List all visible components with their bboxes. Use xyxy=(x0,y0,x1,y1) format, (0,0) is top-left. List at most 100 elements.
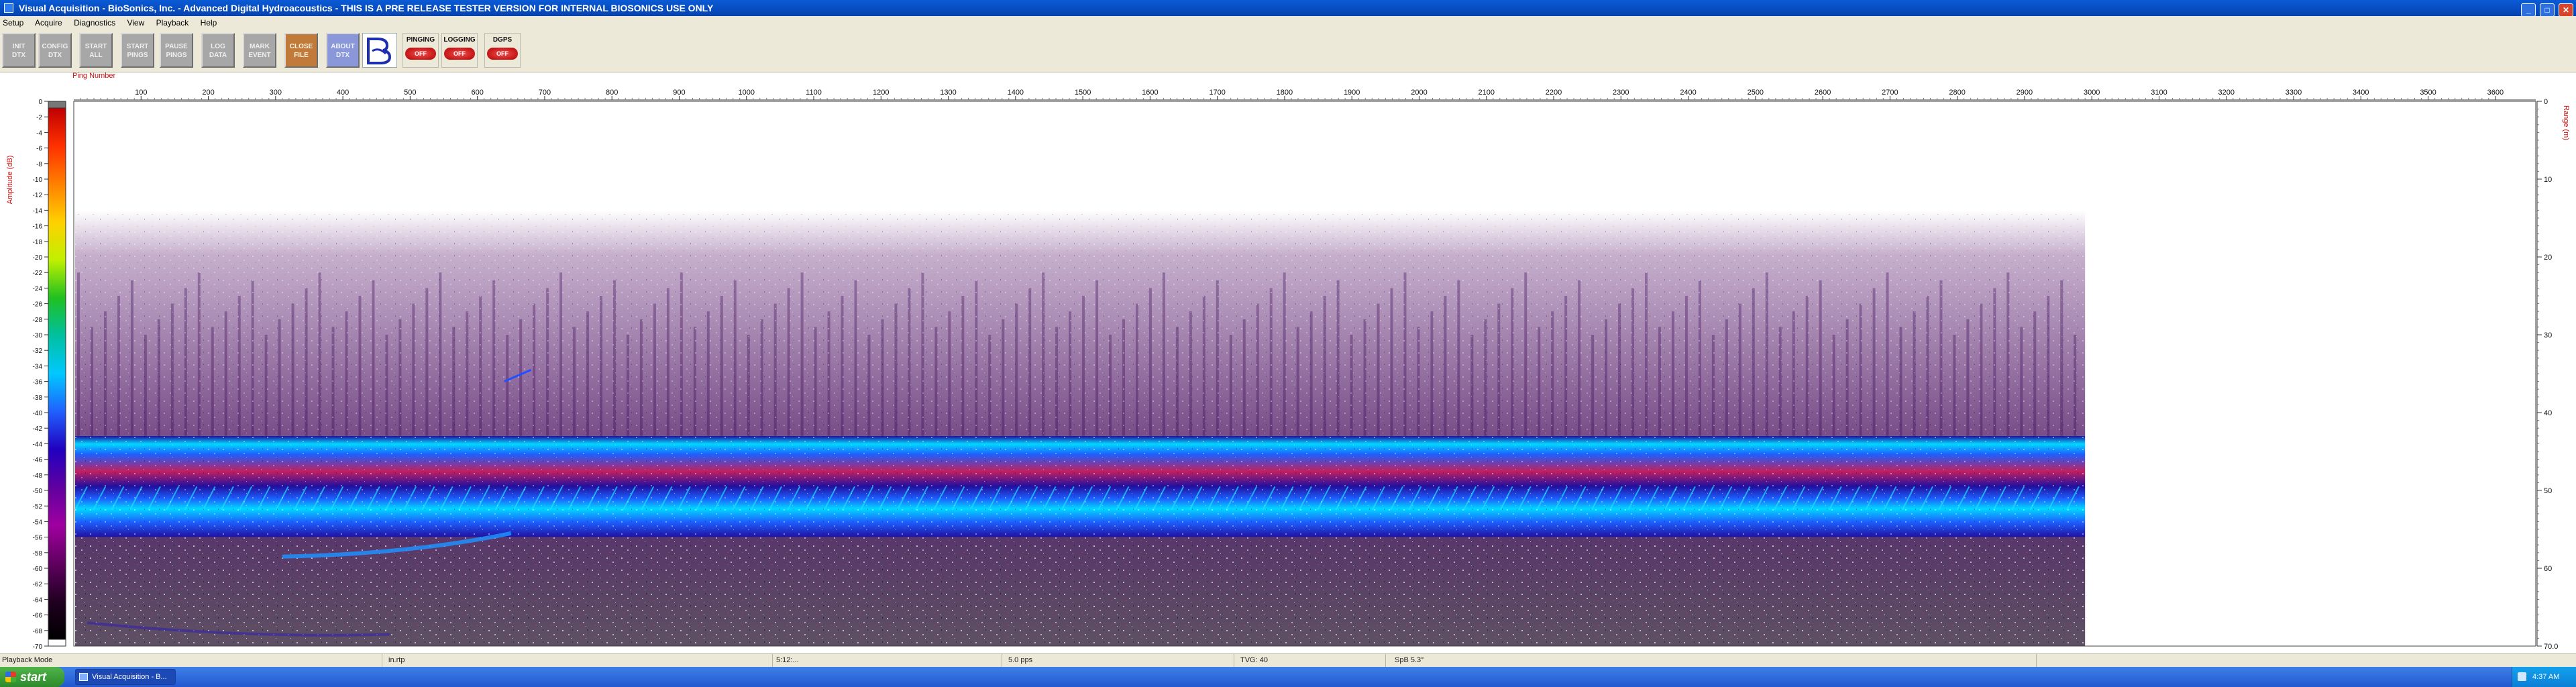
start-pings-button[interactable]: START PINGS xyxy=(121,33,154,68)
ping-tick-label: 500 xyxy=(404,89,416,97)
ping-tick-label: 3100 xyxy=(2151,89,2167,97)
amplitude-tick-label: -70 xyxy=(33,643,43,651)
menu-diagnostics[interactable]: Diagnostics xyxy=(74,18,115,28)
minimize-button[interactable]: _ xyxy=(2521,3,2536,17)
amplitude-tick-label: -8 xyxy=(36,161,42,168)
status-bar: Playback Mode in.rtp 5:12:... 5.0 pps TV… xyxy=(0,653,2576,667)
pinging-indicator: PINGING OFF xyxy=(402,33,439,68)
maximize-button[interactable]: □ xyxy=(2540,3,2555,17)
pinging-state-badge: OFF xyxy=(405,48,436,60)
ping-tick-label: 3400 xyxy=(2353,89,2369,97)
app-icon xyxy=(4,3,13,13)
amplitude-tick-label: -66 xyxy=(33,613,43,620)
amplitude-tick-label: -30 xyxy=(33,332,43,339)
amplitude-tick-label: -56 xyxy=(33,535,43,542)
status-empty xyxy=(2039,654,2576,667)
ping-tick-label: 1400 xyxy=(1008,89,1024,97)
ping-tick-label: 800 xyxy=(606,89,618,97)
amplitude-tick-label: -42 xyxy=(33,425,43,433)
amplitude-tick-label: -48 xyxy=(33,472,43,480)
window-title: Visual Acquisition - BioSonics, Inc. - A… xyxy=(18,3,714,13)
config-dtx-button[interactable]: CONFIG DTX xyxy=(38,33,72,68)
amplitude-tick-label: -24 xyxy=(33,285,43,293)
range-tick-label: 10 xyxy=(2544,176,2552,184)
menu-bar: Setup Acquire Diagnostics View Playback … xyxy=(0,16,2576,30)
title-bar[interactable]: Visual Acquisition - BioSonics, Inc. - A… xyxy=(0,0,2576,17)
ping-tick-label: 3600 xyxy=(2487,89,2504,97)
status-mode: Playback Mode xyxy=(0,654,382,667)
right-axis-title: Range (m) xyxy=(2562,105,2570,140)
ping-tick-label: 1200 xyxy=(873,89,889,97)
menu-view[interactable]: View xyxy=(127,18,144,28)
dgps-state-badge: OFF xyxy=(487,48,518,60)
ping-tick-label: 2000 xyxy=(1411,89,1427,97)
amplitude-tick-label: -50 xyxy=(33,488,43,495)
ping-axis: 100 200 300 400 500 600 700 800 900 1000 1100 1200 1… xyxy=(74,89,2536,101)
window-controls: _ □ ✕ xyxy=(2520,1,2573,17)
ping-tick-label: 300 xyxy=(270,89,282,97)
amplitude-tick-label: -64 xyxy=(33,596,43,604)
tray-network-icon[interactable] xyxy=(2518,672,2526,681)
ping-tick-label: 2100 xyxy=(1478,89,1494,97)
ping-tick-label: 400 xyxy=(337,89,349,97)
ping-tick-label: 3300 xyxy=(2286,89,2302,97)
taskbar-item-visual-acquisition[interactable]: Visual Acquisition - B... xyxy=(75,669,176,685)
clock: 4:37 AM xyxy=(2532,673,2560,681)
amplitude-tick-label: -4 xyxy=(36,129,42,137)
ping-tick-label: 1600 xyxy=(1142,89,1158,97)
ping-tick-label: 2700 xyxy=(1882,89,1898,97)
ping-tick-label: 1700 xyxy=(1209,89,1225,97)
amplitude-tick-label: -16 xyxy=(33,223,43,231)
amplitude-tick-label: 0 xyxy=(38,99,42,106)
biosonics-logo-icon xyxy=(362,33,397,68)
amplitude-tick-label: -36 xyxy=(33,379,43,386)
echogram-chart[interactable]: Ping Number Amplitude (dB) Range (m) 100… xyxy=(0,72,2576,653)
ping-tick-label: 1300 xyxy=(940,89,956,97)
amplitude-tick-label: -40 xyxy=(33,410,43,417)
ping-tick-label: 1500 xyxy=(1075,89,1091,97)
menu-playback[interactable]: Playback xyxy=(156,18,189,28)
init-dtx-button[interactable]: INIT DTX xyxy=(2,33,36,68)
ping-tick-label: 1800 xyxy=(1277,89,1293,97)
ping-tick-label: 3500 xyxy=(2420,89,2436,97)
close-button[interactable]: ✕ xyxy=(2559,3,2573,17)
ping-tick-label: 600 xyxy=(471,89,483,97)
start-all-button[interactable]: START ALL xyxy=(79,33,113,68)
range-tick-label: 0 xyxy=(2544,98,2548,106)
mark-event-button[interactable]: MARK EVENT xyxy=(243,33,276,68)
ping-tick-label: 200 xyxy=(202,89,214,97)
amplitude-tick-label: -44 xyxy=(33,441,43,448)
menu-setup[interactable]: Setup xyxy=(3,18,23,28)
about-dtx-button[interactable]: ABOUT DTX xyxy=(326,33,360,68)
menu-acquire[interactable]: Acquire xyxy=(35,18,62,28)
log-data-button[interactable]: LOG DATA xyxy=(201,33,235,68)
left-axis-title: Amplitude (dB) xyxy=(6,156,14,205)
ping-tick-label: 900 xyxy=(673,89,685,97)
range-tick-label: 40 xyxy=(2544,409,2552,417)
ping-tick-label: 100 xyxy=(135,89,147,97)
echogram-panel[interactable]: Ping Number Amplitude (dB) Range (m) 100… xyxy=(0,72,2576,653)
range-tick-label: 70.0 xyxy=(2544,643,2558,651)
amplitude-tick-label: -22 xyxy=(33,270,43,277)
ping-tick-label: 3000 xyxy=(2084,89,2100,97)
pause-pings-button[interactable]: PAUSE PINGS xyxy=(160,33,193,68)
range-axis: 0 10 20 30 40 50 60 70.0 xyxy=(2536,98,2558,651)
windows-flag-icon xyxy=(5,672,16,682)
amplitude-tick-label: -20 xyxy=(33,254,43,262)
amplitude-tick-label: -12 xyxy=(33,192,43,199)
amplitude-tick-label: -52 xyxy=(33,503,43,511)
ping-tick-label: 1000 xyxy=(738,89,754,97)
amplitude-tick-label: -32 xyxy=(33,348,43,355)
ping-tick-label: 2900 xyxy=(2017,89,2033,97)
ping-tick-label: 2400 xyxy=(1680,89,1696,97)
amplitude-tick-label: -46 xyxy=(33,457,43,464)
start-button[interactable]: start xyxy=(0,667,64,687)
amplitude-axis: 0 -2 -4 -6 -8 -10 -12 -14 -16 -18 -20 -22 -24 -26 -28 -… xyxy=(33,99,48,651)
amplitude-tick-label: -18 xyxy=(33,239,43,246)
amplitude-tick-label: -38 xyxy=(33,394,43,402)
amplitude-tick-label: -60 xyxy=(33,566,43,573)
close-file-button[interactable]: CLOSE FILE xyxy=(284,33,318,68)
ping-tick-label: 2600 xyxy=(1815,89,1831,97)
menu-help[interactable]: Help xyxy=(201,18,217,28)
amplitude-tick-label: -58 xyxy=(33,550,43,558)
